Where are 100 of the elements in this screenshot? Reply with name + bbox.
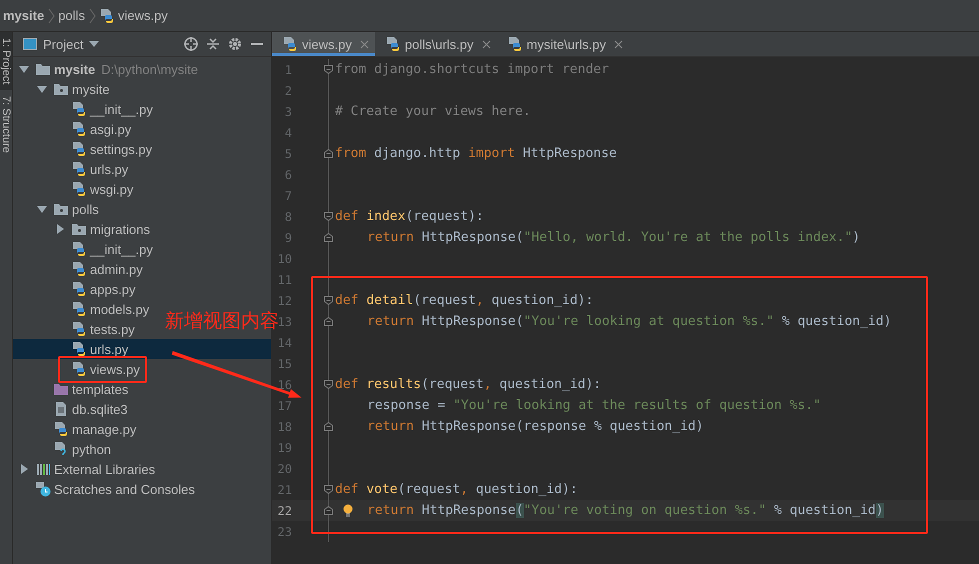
scratches-icon xyxy=(35,481,51,497)
fold-marker-icon[interactable] xyxy=(324,149,333,158)
breadcrumb-item[interactable]: polls xyxy=(58,8,85,23)
tree-row[interactable]: __init__.py xyxy=(13,239,157,259)
line-number: 7 xyxy=(284,188,292,202)
code-line: def vote(request, question_id): xyxy=(335,482,578,497)
python-file-icon xyxy=(384,36,401,52)
file-name: External Libraries xyxy=(54,462,156,476)
python-file-icon xyxy=(71,281,87,297)
tree-row[interactable]: wsgi.py xyxy=(13,179,138,199)
line-number: 2 xyxy=(284,84,292,98)
tree-row[interactable]: db.sqlite3 xyxy=(13,399,132,419)
tree-row[interactable]: Scratches and Consoles xyxy=(13,479,199,499)
code-line: def detail(request, question_id): xyxy=(335,293,594,308)
code-line: def index(request): xyxy=(335,209,484,224)
python-file-icon xyxy=(71,101,87,117)
breadcrumb-item[interactable]: mysite xyxy=(3,8,44,23)
code-line: return HttpResponse("You're looking at question %s." % question_id) xyxy=(367,314,892,329)
expanded-arrow-icon[interactable] xyxy=(37,84,47,94)
expanded-arrow-icon[interactable] xyxy=(19,64,29,74)
fold-marker-icon[interactable] xyxy=(324,422,333,431)
editor-tab[interactable]: polls\urls.py xyxy=(374,32,496,56)
fold-marker-icon[interactable] xyxy=(324,65,333,74)
fold-marker-icon[interactable] xyxy=(324,506,333,515)
fold-marker-icon[interactable] xyxy=(324,485,333,494)
breadcrumb-item[interactable]: views.py xyxy=(118,8,168,23)
tree-row[interactable]: apps.py xyxy=(13,279,140,299)
collapsed-arrow-icon[interactable] xyxy=(19,464,29,474)
line-number: 14 xyxy=(276,336,292,350)
line-number: 4 xyxy=(284,126,292,140)
code-line: # Create your views here. xyxy=(335,104,531,119)
file-name: python xyxy=(72,442,112,456)
file-name: mysite xyxy=(72,82,110,96)
tree-row[interactable]: python xyxy=(13,439,116,459)
panel-title[interactable]: Project xyxy=(43,36,84,52)
collapsed-arrow-icon[interactable] xyxy=(55,224,65,234)
tree-row[interactable]: urls.py xyxy=(13,159,132,179)
close-icon[interactable] xyxy=(360,40,369,48)
library-icon xyxy=(35,461,51,477)
python-file-icon xyxy=(71,341,87,357)
tree-row[interactable]: mysite D:\python\mysite xyxy=(13,59,202,79)
tool-window-tab[interactable]: 1: Project xyxy=(0,32,12,90)
line-number: 22 xyxy=(276,504,292,518)
fold-marker-icon[interactable] xyxy=(324,380,333,389)
file-name: templates xyxy=(72,382,128,396)
expanded-arrow-icon[interactable] xyxy=(37,204,47,214)
tree-row[interactable]: External Libraries xyxy=(13,459,160,479)
line-number: 5 xyxy=(284,146,292,160)
line-number: 19 xyxy=(276,440,292,454)
editor-tab[interactable]: mysite\urls.py xyxy=(496,32,629,56)
editor-tab[interactable]: views.py xyxy=(272,32,375,56)
collapse-all-icon[interactable] xyxy=(205,36,221,52)
tool-window-tab[interactable]: 7: Structure xyxy=(0,90,12,160)
dropdown-caret-icon[interactable] xyxy=(89,41,100,47)
tree-row[interactable]: __init__.py xyxy=(13,99,157,119)
tree-row[interactable]: admin.py xyxy=(13,259,147,279)
code-line: def results(request, question_id): xyxy=(335,377,602,392)
tree-row[interactable]: views.py xyxy=(13,359,144,379)
line-number: 18 xyxy=(276,420,292,434)
code-line: return HttpResponse("Hello, world. You're at the polls index.") xyxy=(367,230,860,245)
file-name: polls xyxy=(72,202,99,216)
fold-marker-icon[interactable] xyxy=(324,317,333,326)
python-file-icon xyxy=(71,121,87,137)
line-number: 17 xyxy=(276,398,292,412)
tree-row[interactable]: manage.py xyxy=(13,419,140,439)
close-icon[interactable] xyxy=(482,40,490,48)
file-name: migrations xyxy=(90,222,150,236)
tree-row[interactable]: urls.py xyxy=(13,339,271,359)
fold-marker-icon[interactable] xyxy=(324,296,333,305)
file-name: manage.py xyxy=(72,422,136,436)
code-line: from django.http import HttpResponse xyxy=(335,146,617,161)
lightbulb-icon[interactable] xyxy=(342,504,354,518)
code-line: from django.shortcuts import render xyxy=(335,62,609,77)
tree-row[interactable]: settings.py xyxy=(13,139,156,159)
fold-marker-icon[interactable] xyxy=(324,233,333,242)
tree-row[interactable]: templates xyxy=(13,379,132,399)
settings-icon[interactable] xyxy=(227,36,243,52)
fold-marker-icon[interactable] xyxy=(324,212,333,221)
file-name: urls.py xyxy=(90,342,128,356)
python-file-icon xyxy=(71,321,87,337)
tree-row[interactable]: polls xyxy=(13,199,103,219)
file-name: views.py xyxy=(90,362,140,376)
file-name: tests.py xyxy=(90,322,135,336)
python-file-icon xyxy=(506,36,522,52)
tree-row[interactable]: asgi.py xyxy=(13,119,136,139)
python-file-icon xyxy=(71,261,87,277)
tree-row[interactable]: migrations xyxy=(13,219,154,239)
code-line: return HttpResponse(response % question_id) xyxy=(367,419,704,434)
line-number: 8 xyxy=(284,210,292,224)
tree-row[interactable]: models.py xyxy=(13,299,154,319)
close-icon[interactable] xyxy=(614,40,623,48)
line-number: 23 xyxy=(276,524,292,538)
python-file-icon xyxy=(71,181,87,197)
line-number: 1 xyxy=(284,62,292,76)
folder-icon xyxy=(35,61,51,77)
python-file-icon xyxy=(71,161,87,177)
tree-row[interactable]: mysite xyxy=(13,79,114,99)
tree-row[interactable]: tests.py xyxy=(13,319,139,339)
file-name: settings.py xyxy=(90,142,152,156)
locate-icon[interactable] xyxy=(183,36,199,52)
